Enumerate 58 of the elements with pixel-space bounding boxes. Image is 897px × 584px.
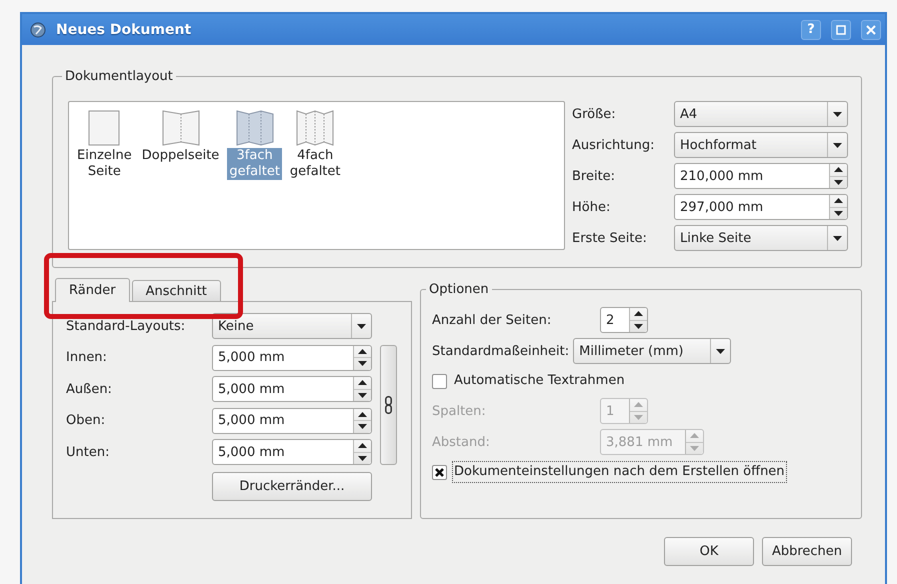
group-title: Dokumentlayout <box>64 69 174 84</box>
field-label: Oben: <box>66 413 106 428</box>
layout-option[interactable]: 4fach gefaltet <box>288 148 342 180</box>
link-toggle-button[interactable] <box>380 344 397 465</box>
field-label: Spalten: <box>432 404 487 418</box>
field-label: Unten: <box>66 444 110 460</box>
field-label: Erste Seite: <box>572 230 648 246</box>
field-label: Höhe: <box>572 200 612 214</box>
spin-box[interactable]: 5,000 mm <box>212 408 372 434</box>
spin-box[interactable]: 5,000 mm <box>212 439 372 465</box>
dialog-button[interactable]: Abbrechen <box>762 537 852 566</box>
window-title: Neues Dokument <box>56 22 192 38</box>
spin-box[interactable]: 5,000 mm <box>212 344 372 370</box>
globe-icon <box>30 22 46 38</box>
tab[interactable]: Anschnitt <box>132 280 221 301</box>
spin-box[interactable]: 2 <box>600 307 648 333</box>
close-icon <box>866 24 876 34</box>
dropdown[interactable]: Keine <box>212 313 372 339</box>
group-title: Optionen <box>428 282 490 297</box>
layout-option[interactable]: Doppelseite <box>140 148 222 164</box>
field-label: Anzahl der Seiten: <box>432 312 552 328</box>
dropdown[interactable]: Linke Seite <box>674 225 848 251</box>
folded-page-icon <box>162 110 200 146</box>
field-label: Ausrichtung: <box>572 138 656 152</box>
field-label: Breite: <box>572 168 616 184</box>
checkbox[interactable] <box>432 464 447 480</box>
maximize-icon <box>836 24 846 34</box>
checkbox-label: Automatische Textrahmen <box>453 372 626 390</box>
dropdown-arrow-icon <box>716 348 726 354</box>
chain-link-icon <box>385 396 392 414</box>
folded-page-icon <box>236 110 274 146</box>
field-label: Größe: <box>572 106 617 122</box>
dropdown-arrow-icon <box>833 112 842 116</box>
dropdown-arrow-icon <box>357 324 366 328</box>
layout-option[interactable]: Einzelne Seite <box>75 148 134 180</box>
field-label: Innen: <box>66 350 108 365</box>
checkbox[interactable] <box>432 374 447 388</box>
dialog-button[interactable]: OK <box>664 537 754 566</box>
spin-box[interactable]: 297,000 mm <box>674 194 848 220</box>
spin-box[interactable]: 210,000 mm <box>674 163 848 189</box>
checkbox-label: Dokumenteinstellungen nach dem Erstellen öffnen <box>452 461 787 483</box>
tab[interactable]: Ränder <box>55 278 130 302</box>
dropdown-arrow-icon <box>833 236 842 240</box>
dropdown[interactable]: Hochformat <box>674 132 848 158</box>
printer-margins-button[interactable]: Druckerränder... <box>212 472 372 501</box>
dropdown-arrow-icon <box>833 142 842 148</box>
single-page-icon <box>88 110 120 146</box>
dropdown[interactable]: Millimeter (mm) <box>573 338 732 364</box>
field-label: Standardmaßeinheit: <box>432 344 570 358</box>
dropdown[interactable]: A4 <box>674 101 848 127</box>
folded-page-icon <box>296 110 334 146</box>
layout-list[interactable]: Einzelne Seite Doppelseite 3fach gefaltet 4fach gefaltet <box>68 101 565 250</box>
maximize-button[interactable] <box>831 20 851 40</box>
close-button[interactable] <box>861 20 881 40</box>
field-label: Standard-Layouts: <box>66 318 186 334</box>
spin-box[interactable]: 5,000 mm <box>212 376 372 402</box>
field-label: Abstand: <box>432 434 491 450</box>
field-label: Außen: <box>66 382 113 396</box>
